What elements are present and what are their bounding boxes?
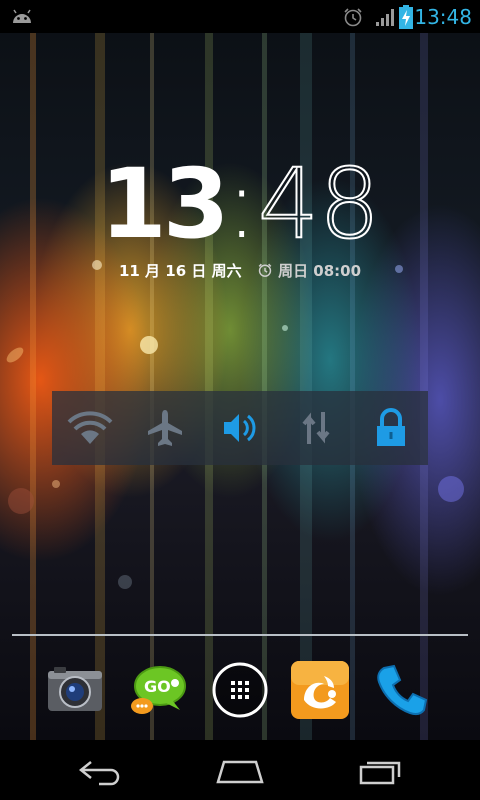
clock-widget[interactable]: 13:48 <box>0 147 480 261</box>
go-sms-app-button[interactable]: GO <box>128 660 188 720</box>
wifi-icon <box>67 411 112 444</box>
android-robot-icon <box>10 7 34 29</box>
date-text: 11 月 16 日 周六 <box>118 262 242 280</box>
status-bar[interactable]: 13:48 <box>0 0 480 33</box>
go-sms-app-icon: GO <box>131 666 186 714</box>
light-streak <box>262 0 267 740</box>
bokeh-light <box>438 476 464 502</box>
clock-hours: 13 <box>99 148 230 260</box>
light-streak <box>30 0 36 740</box>
signal-icon <box>374 6 396 32</box>
data-sync-toggle-button[interactable] <box>278 391 353 465</box>
home-button[interactable] <box>200 750 280 792</box>
back-icon <box>78 761 120 786</box>
home-icon <box>216 760 264 784</box>
sound-icon <box>223 414 255 442</box>
bokeh-light <box>118 575 132 589</box>
lock-icon <box>376 408 405 446</box>
camera-app-icon <box>48 667 102 711</box>
date-row: 11 月 16 日 周六 周日 08:00 <box>0 260 480 281</box>
next-alarm: 周日 08:00 <box>257 262 361 280</box>
bokeh-light <box>282 325 288 331</box>
back-button[interactable] <box>60 750 140 792</box>
power-control-widget <box>52 391 428 465</box>
bokeh-light <box>4 344 26 366</box>
status-bar-time: 13:48 <box>414 5 472 29</box>
battery-charging-icon <box>399 5 413 33</box>
all-apps-button[interactable] <box>210 660 270 720</box>
wallpaper <box>0 0 480 740</box>
alarm-icon <box>342 6 364 32</box>
airplane-mode-toggle-button[interactable] <box>127 391 202 465</box>
recent-apps-icon <box>359 761 401 785</box>
light-streak <box>150 0 154 740</box>
next-alarm-text: 周日 08:00 <box>278 262 362 280</box>
uc-browser-app-icon <box>291 661 349 719</box>
dock-divider <box>12 634 468 636</box>
light-streak <box>95 0 105 740</box>
light-streak <box>420 0 428 740</box>
wifi-toggle-button[interactable] <box>52 391 127 465</box>
bokeh-light <box>8 488 34 514</box>
phone-app-icon <box>377 664 428 715</box>
uc-browser-app-button[interactable] <box>290 660 350 720</box>
airplane-icon <box>147 410 182 446</box>
data-sync-icon <box>301 412 330 444</box>
alarm-clock-icon <box>258 263 272 277</box>
light-streak <box>205 0 213 740</box>
clock-minutes: 48 <box>257 147 381 261</box>
sound-toggle-button[interactable] <box>202 391 277 465</box>
camera-app-button[interactable] <box>45 660 105 720</box>
phone-app-button[interactable] <box>372 660 432 720</box>
recent-apps-button[interactable] <box>340 750 420 792</box>
light-streak <box>300 0 312 740</box>
screen-lock-toggle-button[interactable] <box>353 391 428 465</box>
clock-separator: : <box>225 148 258 260</box>
light-streak <box>350 0 355 740</box>
bokeh-light <box>52 480 60 488</box>
bokeh-light <box>140 336 158 354</box>
svg-text:GO: GO <box>144 677 171 696</box>
all-apps-icon <box>212 662 268 718</box>
navigation-bar <box>0 740 480 800</box>
